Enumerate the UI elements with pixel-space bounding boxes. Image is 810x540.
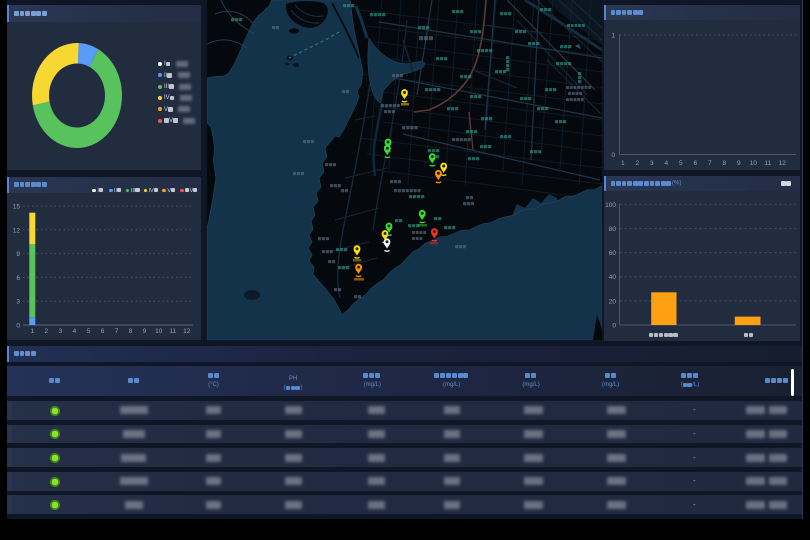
svg-text:100: 100: [605, 202, 616, 209]
svg-text:3: 3: [649, 160, 653, 167]
svg-text:60: 60: [608, 250, 616, 257]
svg-text:10: 10: [749, 160, 757, 167]
svg-text:6: 6: [693, 160, 697, 167]
svg-text:20: 20: [608, 298, 616, 305]
svg-text:5: 5: [87, 328, 91, 335]
svg-text:5: 5: [678, 160, 682, 167]
svg-text:2: 2: [44, 328, 48, 335]
svg-text:11: 11: [764, 160, 771, 167]
svg-text:8: 8: [722, 160, 726, 167]
svg-text:9: 9: [736, 160, 740, 167]
svg-text:0: 0: [612, 323, 616, 330]
svg-text:6: 6: [16, 275, 20, 282]
svg-text:12: 12: [183, 328, 191, 335]
svg-text:40: 40: [608, 274, 616, 281]
svg-text:7: 7: [115, 328, 119, 335]
svg-text:0: 0: [16, 323, 20, 330]
svg-text:8: 8: [129, 328, 133, 335]
svg-text:4: 4: [664, 160, 668, 167]
svg-text:12: 12: [13, 227, 21, 234]
svg-text:15: 15: [13, 204, 21, 211]
svg-text:7: 7: [707, 160, 711, 167]
svg-text:80: 80: [608, 226, 616, 233]
svg-text:6: 6: [101, 328, 105, 335]
svg-text:9: 9: [16, 251, 20, 258]
svg-text:3: 3: [16, 299, 20, 306]
svg-text:1: 1: [30, 328, 34, 335]
svg-text:10: 10: [155, 328, 163, 335]
svg-text:9: 9: [143, 328, 147, 335]
svg-text:3: 3: [59, 328, 63, 335]
svg-text:1: 1: [620, 160, 624, 167]
svg-text:11: 11: [169, 328, 176, 335]
svg-text:0: 0: [611, 152, 615, 159]
svg-text:2: 2: [635, 160, 639, 167]
svg-text:12: 12: [778, 160, 786, 167]
svg-text:1: 1: [611, 32, 615, 39]
svg-text:4: 4: [73, 328, 77, 335]
